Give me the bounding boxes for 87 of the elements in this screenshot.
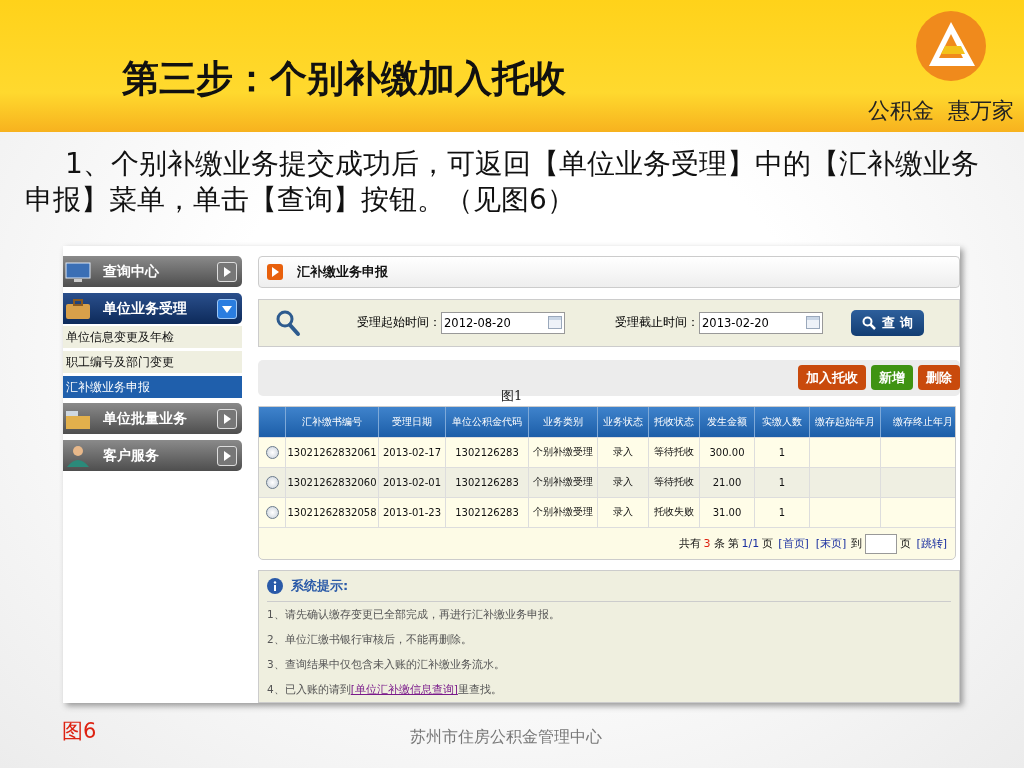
table-cell: 个别补缴受理 xyxy=(533,475,593,490)
page-number: 1/1 xyxy=(741,537,760,551)
action-button[interactable]: 删除 xyxy=(918,365,960,391)
sidebar-group[interactable]: 单位批量业务 xyxy=(63,403,242,434)
pager-text: 页 xyxy=(762,536,774,552)
pager-text: 共有 xyxy=(678,536,701,552)
note-text: 1、请先确认缴存变更已全部完成，再进行汇补缴业务申报。 xyxy=(267,607,561,622)
query-button[interactable]: 查 询 xyxy=(851,309,924,336)
date-field[interactable]: 2013-02-20 xyxy=(699,311,823,334)
person-icon xyxy=(65,444,91,467)
table-cell: 1302126283 xyxy=(455,506,519,518)
figure-label: 图6 xyxy=(62,718,97,745)
pager-text: 第 xyxy=(727,536,739,552)
table-cell: 1 xyxy=(778,476,786,488)
table-cell: 录入 xyxy=(613,445,633,460)
table-cell: 31.00 xyxy=(712,506,742,518)
table-cell: 等待托收 xyxy=(654,475,694,490)
column-header: 实缴人数 xyxy=(755,406,810,437)
table-cell: 1 xyxy=(778,506,786,518)
table-cell: 1 xyxy=(778,446,786,458)
caption: 图1 xyxy=(501,389,523,403)
calendar-icon xyxy=(548,316,562,330)
table-cell: 录入 xyxy=(613,475,633,490)
note-text: 4、已入账的请到[单位汇补缴信息查询]里查找。 xyxy=(267,682,503,697)
sidebar-item[interactable]: 职工编号及部门变更 xyxy=(63,351,242,374)
panel-title: 汇补缴业务申报 xyxy=(297,262,388,281)
radio-button[interactable] xyxy=(265,445,279,459)
pager-text: 到 xyxy=(851,536,863,552)
search-icon xyxy=(275,308,301,337)
table-cell: 个别补缴受理 xyxy=(533,505,593,520)
action-button[interactable]: 新增 xyxy=(871,365,913,391)
radio-button[interactable] xyxy=(265,505,279,519)
table-cell: 300.00 xyxy=(709,446,745,458)
calendar-icon xyxy=(806,316,820,330)
page-input[interactable] xyxy=(865,533,898,554)
table-cell: 1302126283 xyxy=(455,446,519,458)
jump-link[interactable]: [跳转] xyxy=(916,536,947,552)
briefcase-icon xyxy=(65,297,91,320)
pager-text: 页 xyxy=(900,536,912,552)
first-page-link[interactable]: [首页] xyxy=(778,536,809,552)
table-cell: 2013-02-17 xyxy=(382,446,442,458)
table-cell: 21.00 xyxy=(712,476,742,488)
table-cell: 个别补缴受理 xyxy=(533,445,593,460)
column-header: 业务状态 xyxy=(598,406,649,437)
note-text: 2、单位汇缴书银行审核后，不能再删除。 xyxy=(267,632,473,647)
sidebar-group[interactable]: 客户服务 xyxy=(63,440,242,471)
play-icon xyxy=(267,263,283,280)
table-cell: 托收失败 xyxy=(654,505,694,520)
column-header: 缴存终止年月 xyxy=(881,406,955,437)
table-cell: 13021262832058 xyxy=(287,506,377,518)
search-icon xyxy=(862,315,877,330)
action-button[interactable]: 加入托收 xyxy=(798,365,866,391)
last-page-link[interactable]: [末页] xyxy=(815,536,847,552)
table-cell: 1302126283 xyxy=(455,476,519,488)
info-icon xyxy=(267,578,283,594)
slide-title: 第三步：个别补缴加入托收 xyxy=(121,56,566,102)
field-label: 受理截止时间： xyxy=(615,315,699,331)
intro-paragraph: 1、个别补缴业务提交成功后，可返回【单位业务受理】中的【汇补缴业务申报】菜单，单击【查询】按钮。（见图6） xyxy=(24,146,980,218)
tagline: 公积金 惠万家 xyxy=(868,97,1014,125)
column-header: 业务类别 xyxy=(529,406,598,437)
field-label: 受理起始时间： xyxy=(357,315,441,331)
pager-text: 条 xyxy=(713,536,725,552)
sidebar-group[interactable]: 查询中心 xyxy=(63,256,242,287)
monitor-icon xyxy=(65,260,91,283)
table-cell: 等待托收 xyxy=(654,445,694,460)
column-header: 单位公积金代码 xyxy=(446,406,529,437)
radio-button[interactable] xyxy=(265,475,279,489)
column-header: 受理日期 xyxy=(379,406,446,437)
date-field[interactable]: 2012-08-20 xyxy=(441,311,565,334)
query-link[interactable]: [单位汇补缴信息查询] xyxy=(350,683,458,695)
table-cell: 13021262832061 xyxy=(287,446,377,458)
table-cell: 2013-01-23 xyxy=(382,506,442,518)
record-count: 3 xyxy=(703,537,711,551)
table-cell: 2013-02-01 xyxy=(382,476,442,488)
sidebar-item[interactable]: 单位信息变更及年检 xyxy=(63,326,242,349)
sidebar-item[interactable]: 汇补缴业务申报 xyxy=(63,376,242,399)
footer-text: 苏州市住房公积金管理中心 xyxy=(410,727,602,748)
sidebar-group[interactable]: 单位业务受理 xyxy=(63,293,242,324)
notes-title: 系统提示: xyxy=(291,577,349,595)
column-header: 发生金额 xyxy=(700,406,755,437)
column-header: 缴存起始年月 xyxy=(810,406,881,437)
table-cell: 录入 xyxy=(613,505,633,520)
logo-icon xyxy=(915,10,987,82)
column-header: 托收状态 xyxy=(649,406,700,437)
table-cell: 13021262832060 xyxy=(287,476,377,488)
column-header: 汇补缴书编号 xyxy=(286,406,379,437)
note-text: 3、查询结果中仅包含未入账的汇补缴业务流水。 xyxy=(267,657,506,672)
